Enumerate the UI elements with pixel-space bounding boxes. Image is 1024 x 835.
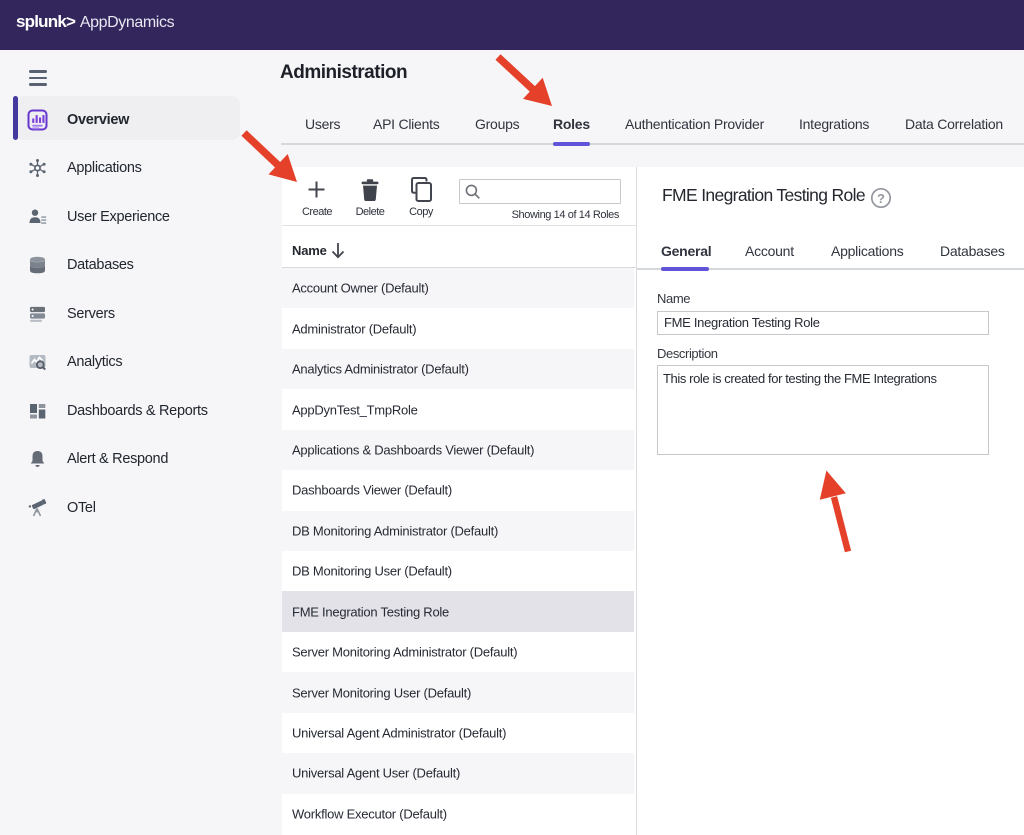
svg-text:?: ?: [877, 191, 885, 206]
